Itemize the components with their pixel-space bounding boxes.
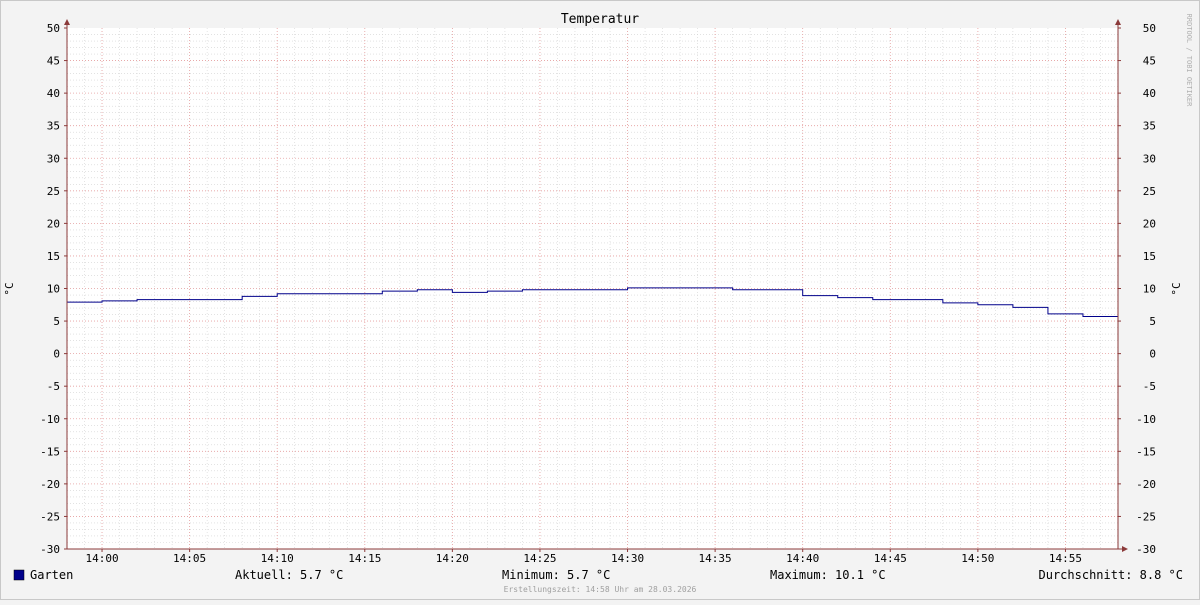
y-tick-label-left: 50 [47, 22, 60, 35]
x-tick-label: 14:35 [699, 552, 732, 565]
y-tick-label-right: 0 [1149, 348, 1156, 361]
y-tick-label-left: 20 [47, 217, 60, 230]
legend-current: Aktuell: 5.7 °C [235, 568, 343, 582]
legend-average: Durchschnitt: 8.8 °C [1039, 568, 1184, 582]
y-axis-label-right: °C [1170, 282, 1183, 295]
y-tick-label-right: 35 [1143, 120, 1156, 133]
watermark: RRDTOOL / TOBI OETIKER [1185, 14, 1193, 108]
y-tick-label-right: -10 [1136, 413, 1156, 426]
temperature-chart: -30 -30 -25 -25 -20 -20 -15 -15 -10 -10 -5 -5 0 0 5 5 10… [0, 0, 1200, 600]
x-tick-label: 14:30 [611, 552, 644, 565]
y-tick-label-left: 30 [47, 152, 60, 165]
x-tick-label: 14:45 [874, 552, 907, 565]
y-axis-label-left: °C [3, 282, 16, 295]
x-tick-label: 14:20 [436, 552, 469, 565]
x-tick-label: 14:00 [85, 552, 118, 565]
y-tick-label-right: -30 [1136, 543, 1156, 556]
legend-minimum: Minimum: 5.7 °C [502, 568, 610, 582]
x-tick-label: 14:05 [173, 552, 206, 565]
x-tick-label: 14:55 [1049, 552, 1082, 565]
y-tick-label-left: 45 [47, 55, 60, 68]
legend-swatch [13, 569, 25, 581]
x-tick-label: 14:25 [523, 552, 556, 565]
y-tick-label-right: -25 [1136, 510, 1156, 523]
y-tick-label-left: 15 [47, 250, 60, 263]
y-tick-label-left: -10 [40, 413, 60, 426]
y-tick-label-left: 10 [47, 283, 60, 296]
y-tick-label-right: 20 [1143, 217, 1156, 230]
legend-series-name: Garten [30, 568, 73, 582]
chart-svg: -30 -30 -25 -25 -20 -20 -15 -15 -10 -10 -5 -5 0 0 5 5 10… [0, 0, 1200, 600]
y-tick-label-right: 50 [1143, 22, 1156, 35]
x-tick-label: 14:10 [261, 552, 294, 565]
y-tick-label-right: 25 [1143, 185, 1156, 198]
y-tick-label-left: -30 [40, 543, 60, 556]
legend-maximum: Maximum: 10.1 °C [770, 568, 886, 582]
y-tick-label-right: -20 [1136, 478, 1156, 491]
y-tick-label-right: 30 [1143, 152, 1156, 165]
x-tick-label: 14:50 [961, 552, 994, 565]
x-tick-label: 14:15 [348, 552, 381, 565]
y-tick-label-right: -5 [1143, 380, 1156, 393]
y-tick-label-left: 35 [47, 120, 60, 133]
y-tick-label-left: 40 [47, 87, 60, 100]
y-tick-label-right: 10 [1143, 283, 1156, 296]
x-tick-label: 14:40 [786, 552, 819, 565]
y-tick-label-left: -5 [47, 380, 60, 393]
y-tick-label-left: 0 [53, 348, 60, 361]
y-tick-label-left: 25 [47, 185, 60, 198]
y-tick-label-right: -15 [1136, 445, 1156, 458]
y-tick-label-left: -15 [40, 445, 60, 458]
y-tick-label-left: -20 [40, 478, 60, 491]
y-tick-label-right: 15 [1143, 250, 1156, 263]
footer-timestamp: Erstellungszeit: 14:58 Uhr am 28.03.2026 [504, 585, 697, 594]
y-tick-label-right: 45 [1143, 55, 1156, 68]
y-tick-label-left: -25 [40, 510, 60, 523]
y-tick-label-right: 40 [1143, 87, 1156, 100]
y-tick-label-left: 5 [53, 315, 60, 328]
chart-title: Temperatur [561, 12, 639, 27]
y-tick-label-right: 5 [1149, 315, 1156, 328]
